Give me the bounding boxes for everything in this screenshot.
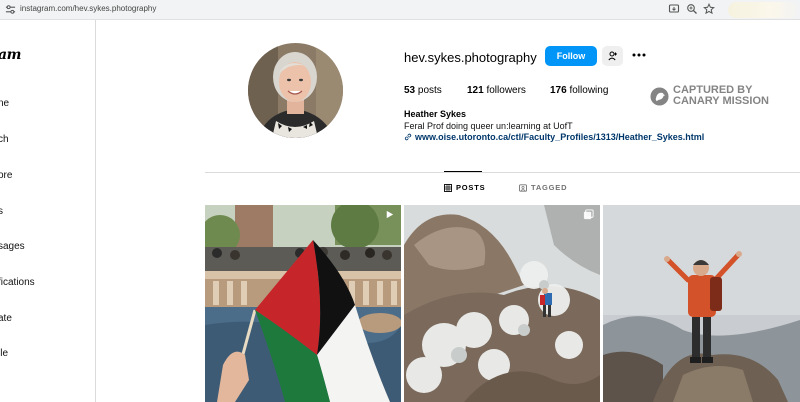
post-thumbnail-protest[interactable] [205,205,401,402]
profile-bio: Feral Prof doing queer un:learning at Uo… [404,121,573,131]
url-text[interactable]: instagram.com/hev.sykes.photography [20,4,156,13]
instagram-logo[interactable]: am [0,47,21,63]
profile-link-text[interactable]: www.oise.utoronto.ca/ctl/Faculty_Profile… [415,132,704,142]
browser-profile-avatar[interactable] [728,2,798,18]
posts-label: posts [417,85,442,96]
sidebar-item-home[interactable]: ne [0,98,9,109]
link-icon [404,133,412,141]
more-dots-icon [632,53,646,57]
follow-button[interactable]: Follow [545,46,597,66]
post-thumbnail-summit-hiker[interactable] [603,205,800,402]
followers-count: 121 [467,85,484,96]
profile-full-name: Heather Sykes [404,109,467,119]
summit-hiker-photo [603,205,800,402]
sidebar-item-profile[interactable]: ile [0,348,8,359]
bookmark-star-icon[interactable] [703,3,715,15]
tag-icon [519,183,527,192]
protest-photo [205,205,401,402]
zoom-icon[interactable] [686,3,698,15]
site-settings-icon[interactable] [5,4,16,15]
following-stat[interactable]: 176 following [550,85,608,96]
sidebar: am ne ch ore s sages fications ate ile [0,20,96,402]
tabs-divider [205,172,800,173]
following-count: 176 [550,85,567,96]
posts-stat: 53 posts [404,85,442,96]
sidebar-item-search[interactable]: ch [0,134,9,145]
install-app-icon[interactable] [668,3,680,15]
canary-mission-watermark: CAPTURED BY CANARY MISSION [650,85,769,107]
tab-tagged[interactable]: TAGGED [519,183,567,192]
active-tab-indicator [444,171,482,172]
sidebar-item-reels[interactable]: s [0,206,3,217]
grid-icon [444,183,452,192]
followers-stat[interactable]: 121 followers [467,85,526,96]
sidebar-item-explore[interactable]: ore [0,170,12,181]
profile-avatar[interactable] [248,43,343,138]
sidebar-item-messages[interactable]: sages [0,241,25,252]
followers-label: followers [486,85,526,96]
suggested-users-button[interactable] [602,46,623,66]
sidebar-item-create[interactable]: ate [0,313,12,324]
options-button[interactable] [631,48,647,62]
tab-posts-label: POSTS [456,183,486,192]
profile-link[interactable]: www.oise.utoronto.ca/ctl/Faculty_Profile… [404,132,704,142]
post-thumbnail-frosty-peak[interactable] [404,205,600,402]
profile-username: hev.sykes.photography [404,50,537,65]
watermark-line-2: CANARY MISSION [673,95,769,107]
following-label: following [569,85,609,96]
tab-tagged-label: TAGGED [531,183,568,192]
browser-address-bar: instagram.com/hev.sykes.photography [0,0,800,20]
reel-icon [386,210,394,219]
tab-posts[interactable]: POSTS [444,183,485,192]
sidebar-item-notifications[interactable]: fications [0,277,35,288]
multi-photo-icon [583,209,594,220]
canary-logo-icon [650,86,669,106]
add-user-icon [607,51,617,61]
posts-count: 53 [404,85,416,96]
frosty-peak-photo [404,205,600,402]
